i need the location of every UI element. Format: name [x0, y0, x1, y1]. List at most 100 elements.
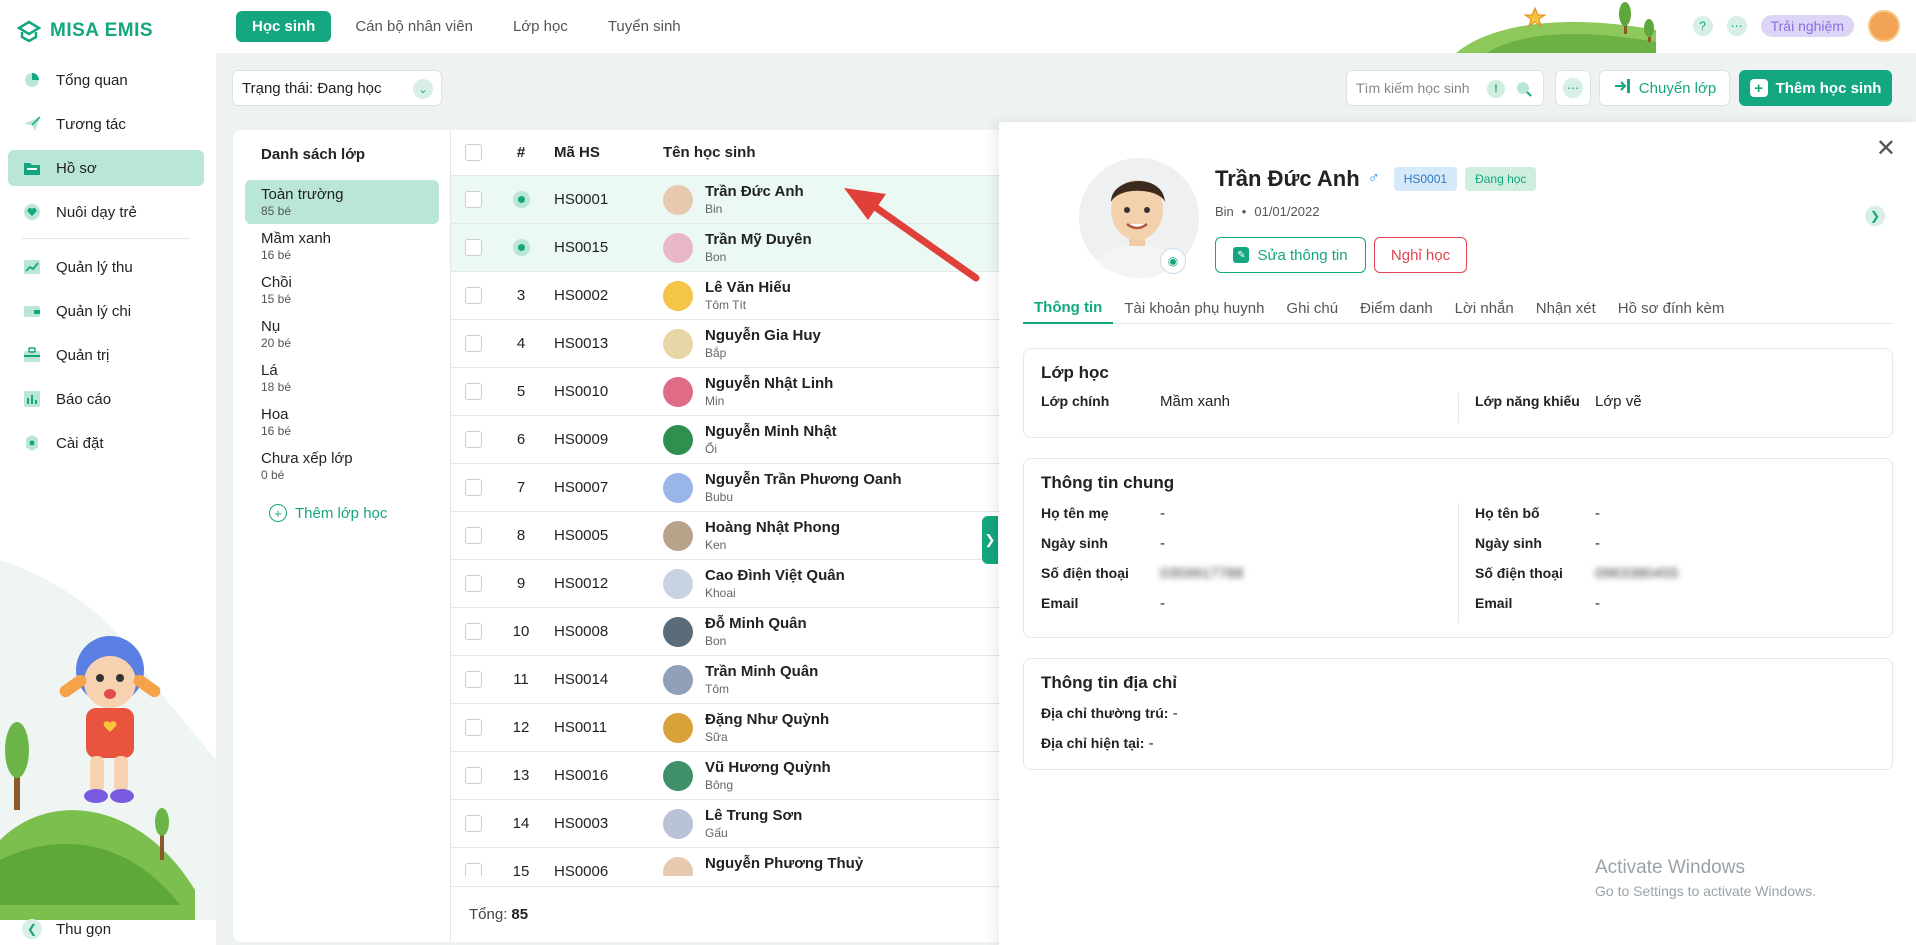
- student-name[interactable]: Nguyễn Minh Nhật: [705, 423, 837, 440]
- table-row[interactable]: 11 HS0014 Trần Minh Quân Tôm: [451, 656, 1031, 704]
- sidebar-item-tong-quan[interactable]: Tổng quan: [8, 62, 204, 98]
- student-name[interactable]: Hoàng Nhật Phong: [705, 519, 840, 536]
- row-checkbox[interactable]: [465, 767, 482, 784]
- row-checkbox[interactable]: [465, 239, 482, 256]
- quit-school-button[interactable]: Nghỉ học: [1374, 237, 1467, 273]
- row-checkbox[interactable]: [465, 719, 482, 736]
- student-name[interactable]: Nguyễn Gia Huy: [705, 327, 821, 344]
- class-item-mam-xanh[interactable]: Mầm xanh 16 bé: [245, 224, 439, 268]
- table-row[interactable]: 15 HS0006 Nguyễn Phương Thuỷ Mìu Mìu: [451, 848, 1031, 876]
- student-name[interactable]: Trần Mỹ Duyên: [705, 231, 812, 248]
- class-item-hoa[interactable]: Hoa 16 bé: [245, 400, 439, 444]
- help-icon[interactable]: ?: [1692, 16, 1713, 36]
- header-no: #: [516, 144, 526, 161]
- class-item-nu[interactable]: Nụ 20 bé: [245, 312, 439, 356]
- top-bar: Học sinh Cán bộ nhân viên Lớp học Tuyển …: [216, 0, 1916, 53]
- tab-thong-tin[interactable]: Thông tin: [1023, 292, 1114, 324]
- add-class-button[interactable]: + Thêm lớp học: [269, 504, 387, 522]
- student-name[interactable]: Đặng Như Quỳnh: [705, 711, 829, 728]
- tab-hoc-sinh[interactable]: Học sinh: [236, 11, 332, 42]
- close-icon[interactable]: ✕: [1876, 134, 1896, 163]
- sidebar-item-bao-cao[interactable]: Báo cáo: [8, 381, 204, 417]
- add-student-button[interactable]: + Thêm học sinh: [1739, 70, 1892, 106]
- info-icon[interactable]: !: [1487, 80, 1505, 98]
- student-name[interactable]: Nguyễn Trần Phương Oanh: [705, 471, 902, 488]
- status-filter-value: Trạng thái: Đang học: [242, 79, 382, 97]
- chevron-right-icon[interactable]: ❯: [1865, 206, 1885, 226]
- student-search-input[interactable]: Tìm kiếm học sinh !: [1346, 70, 1544, 106]
- sidebar-item-tuong-tac[interactable]: Tương tác: [8, 106, 204, 142]
- search-icon[interactable]: [1515, 80, 1533, 101]
- tab-ho-so-dinh-kem[interactable]: Hồ sơ đính kèm: [1607, 292, 1736, 324]
- trial-badge[interactable]: Trải nghiệm: [1760, 15, 1854, 37]
- row-checkbox[interactable]: [465, 623, 482, 640]
- table-row[interactable]: 8 HS0005 Hoàng Nhật Phong Ken: [451, 512, 1031, 560]
- tab-tai-khoan-phu-huynh[interactable]: Tài khoản phụ huynh: [1113, 292, 1275, 324]
- select-all-checkbox[interactable]: [465, 144, 482, 161]
- table-row[interactable]: 7 HS0007 Nguyễn Trần Phương Oanh Bubu: [451, 464, 1031, 512]
- collapse-sidebar-button[interactable]: ❮ Thu gọn: [22, 919, 111, 939]
- tab-lop-hoc[interactable]: Lớp học: [497, 11, 584, 42]
- student-nickname: Gấu: [705, 826, 728, 840]
- student-name[interactable]: Lê Văn Hiếu: [705, 279, 791, 296]
- panel-toggle-button[interactable]: ❯: [982, 516, 998, 564]
- sidebar-item-quan-tri[interactable]: Quản trị: [8, 337, 204, 373]
- row-checkbox[interactable]: [465, 863, 482, 876]
- row-checkbox[interactable]: [465, 671, 482, 688]
- more-options-button[interactable]: ⋯: [1555, 70, 1591, 106]
- row-checkbox[interactable]: [465, 383, 482, 400]
- student-name[interactable]: Trần Đức Anh: [705, 183, 804, 200]
- class-item-la[interactable]: Lá 18 bé: [245, 356, 439, 400]
- sidebar-item-ho-so[interactable]: Hồ sơ: [8, 150, 204, 186]
- student-avatar: [663, 808, 693, 839]
- tab-nhan-xet[interactable]: Nhận xét: [1525, 292, 1607, 324]
- move-class-button[interactable]: Chuyển lớp: [1599, 70, 1730, 106]
- edit-info-button[interactable]: ✎ Sửa thông tin: [1215, 237, 1366, 273]
- student-name[interactable]: Nguyễn Nhật Linh: [705, 375, 833, 392]
- row-checkbox[interactable]: [465, 479, 482, 496]
- student-name[interactable]: Vũ Hương Quỳnh: [705, 759, 831, 776]
- divider: [1458, 503, 1459, 623]
- table-row[interactable]: 13 HS0016 Vũ Hương Quỳnh Bông: [451, 752, 1031, 800]
- tab-ghi-chu[interactable]: Ghi chú: [1275, 292, 1349, 324]
- row-checkbox[interactable]: [465, 575, 482, 592]
- class-item-toan-truong[interactable]: Toàn trường 85 bé: [245, 180, 439, 224]
- sidebar-item-quan-ly-chi[interactable]: Quản lý chi: [8, 293, 204, 329]
- table-row[interactable]: 4 HS0013 Nguyễn Gia Huy Bắp: [451, 320, 1031, 368]
- student-name[interactable]: Trần Minh Quân: [705, 663, 818, 680]
- tab-diem-danh[interactable]: Điểm danh: [1349, 292, 1444, 324]
- row-checkbox[interactable]: [465, 527, 482, 544]
- row-checkbox[interactable]: [465, 431, 482, 448]
- father-dob-value: -: [1595, 535, 1600, 552]
- row-checkbox[interactable]: [465, 815, 482, 832]
- student-name[interactable]: Cao Đình Việt Quân: [705, 567, 845, 584]
- table-row[interactable]: 12 HS0011 Đặng Như Quỳnh Sữa: [451, 704, 1031, 752]
- tab-tuyen-sinh[interactable]: Tuyển sinh: [592, 11, 697, 42]
- row-checkbox[interactable]: [465, 191, 482, 208]
- app-logo[interactable]: MISA EMIS: [16, 20, 153, 42]
- sidebar-item-nuoi-day-tre[interactable]: Nuôi dạy trẻ: [8, 194, 204, 230]
- tab-can-bo-nhan-vien[interactable]: Cán bộ nhân viên: [339, 11, 489, 42]
- class-item-chua-xep-lop[interactable]: Chưa xếp lớp 0 bé: [245, 444, 439, 488]
- student-name[interactable]: Nguyễn Phương Thuỷ: [705, 855, 863, 872]
- table-row[interactable]: 6 HS0009 Nguyễn Minh Nhật Ổi: [451, 416, 1031, 464]
- user-avatar[interactable]: [1868, 10, 1900, 42]
- student-name[interactable]: Đỗ Minh Quân: [705, 615, 807, 632]
- sidebar: MISA EMIS Tổng quan Tương tác Hồ sơ Nuôi…: [0, 0, 216, 945]
- total-value: 85: [511, 906, 529, 923]
- table-row[interactable]: 9 HS0012 Cao Đình Việt Quân Khoai: [451, 560, 1031, 608]
- row-checkbox[interactable]: [465, 335, 482, 352]
- more-apps-icon[interactable]: ⋯: [1726, 16, 1747, 36]
- student-name[interactable]: Lê Trung Sơn: [705, 807, 802, 824]
- table-row[interactable]: 10 HS0008 Đỗ Minh Quân Bon: [451, 608, 1031, 656]
- tab-loi-nhan[interactable]: Lời nhắn: [1444, 292, 1525, 324]
- sidebar-item-quan-ly-thu[interactable]: Quản lý thu: [8, 249, 204, 285]
- camera-icon[interactable]: ◉: [1160, 248, 1186, 274]
- class-item-choi[interactable]: Chồi 15 bé: [245, 268, 439, 312]
- sidebar-item-cai-dat[interactable]: Cài đặt: [8, 425, 204, 461]
- row-checkbox[interactable]: [465, 287, 482, 304]
- table-row[interactable]: 14 HS0003 Lê Trung Sơn Gấu: [451, 800, 1031, 848]
- status-filter-select[interactable]: Trạng thái: Đang học ⌄: [232, 70, 442, 106]
- table-row[interactable]: 5 HS0010 Nguyễn Nhật Linh Min: [451, 368, 1031, 416]
- class-count: 16 bé: [261, 248, 292, 262]
